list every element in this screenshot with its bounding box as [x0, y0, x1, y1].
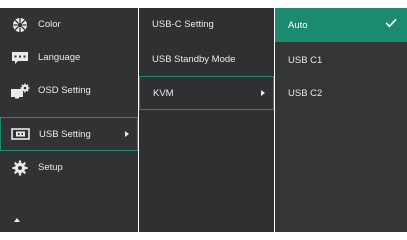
menu-item-label: Language — [38, 52, 81, 63]
menu-item-usb-setting[interactable]: USB Setting — [0, 117, 138, 151]
menu-item-label: OSD Setting — [38, 85, 91, 96]
options-column: Auto USB C1 USB C2 — [275, 8, 407, 232]
menu-item-label: USB Setting — [39, 128, 91, 140]
chevron-right-icon — [261, 90, 265, 96]
option-usb-c1[interactable]: USB C1 — [275, 44, 407, 77]
scroll-up-icon[interactable] — [14, 218, 20, 222]
submenu-item-label: USB Standby Mode — [152, 54, 236, 65]
menu-item-language[interactable]: Language — [0, 41, 138, 74]
monitor-gear-icon — [10, 83, 30, 99]
chevron-right-icon — [125, 131, 129, 137]
osd-menu: Color Language OSD Setting USB Setting S… — [0, 0, 407, 240]
menu-item-label: Color — [38, 19, 61, 30]
submenu-item-usb-standby-mode[interactable]: USB Standby Mode — [139, 43, 274, 76]
option-label: USB C1 — [288, 55, 323, 66]
submenu-item-usb-c-setting[interactable]: USB-C Setting — [139, 8, 274, 41]
menu-item-osd-setting[interactable]: OSD Setting — [0, 74, 138, 107]
option-label: Auto — [288, 19, 308, 31]
main-menu-column: Color Language OSD Setting USB Setting S… — [0, 8, 138, 232]
option-label: USB C2 — [288, 88, 323, 99]
submenu-item-label: KVM — [153, 87, 174, 99]
sub-menu-column: USB-C Setting USB Standby Mode KVM — [139, 8, 274, 232]
usb-icon — [11, 126, 31, 142]
gear-icon — [10, 160, 30, 176]
color-wheel-icon — [10, 17, 30, 33]
menu-item-setup[interactable]: Setup — [0, 151, 138, 184]
option-auto[interactable]: Auto — [275, 8, 407, 42]
submenu-item-label: USB-C Setting — [152, 19, 214, 30]
speech-bubble-icon — [10, 50, 30, 66]
menu-item-label: Setup — [38, 162, 63, 173]
option-usb-c2[interactable]: USB C2 — [275, 77, 407, 110]
menu-item-color[interactable]: Color — [0, 8, 138, 41]
submenu-item-kvm[interactable]: KVM — [139, 76, 274, 110]
checkmark-icon — [385, 18, 397, 31]
